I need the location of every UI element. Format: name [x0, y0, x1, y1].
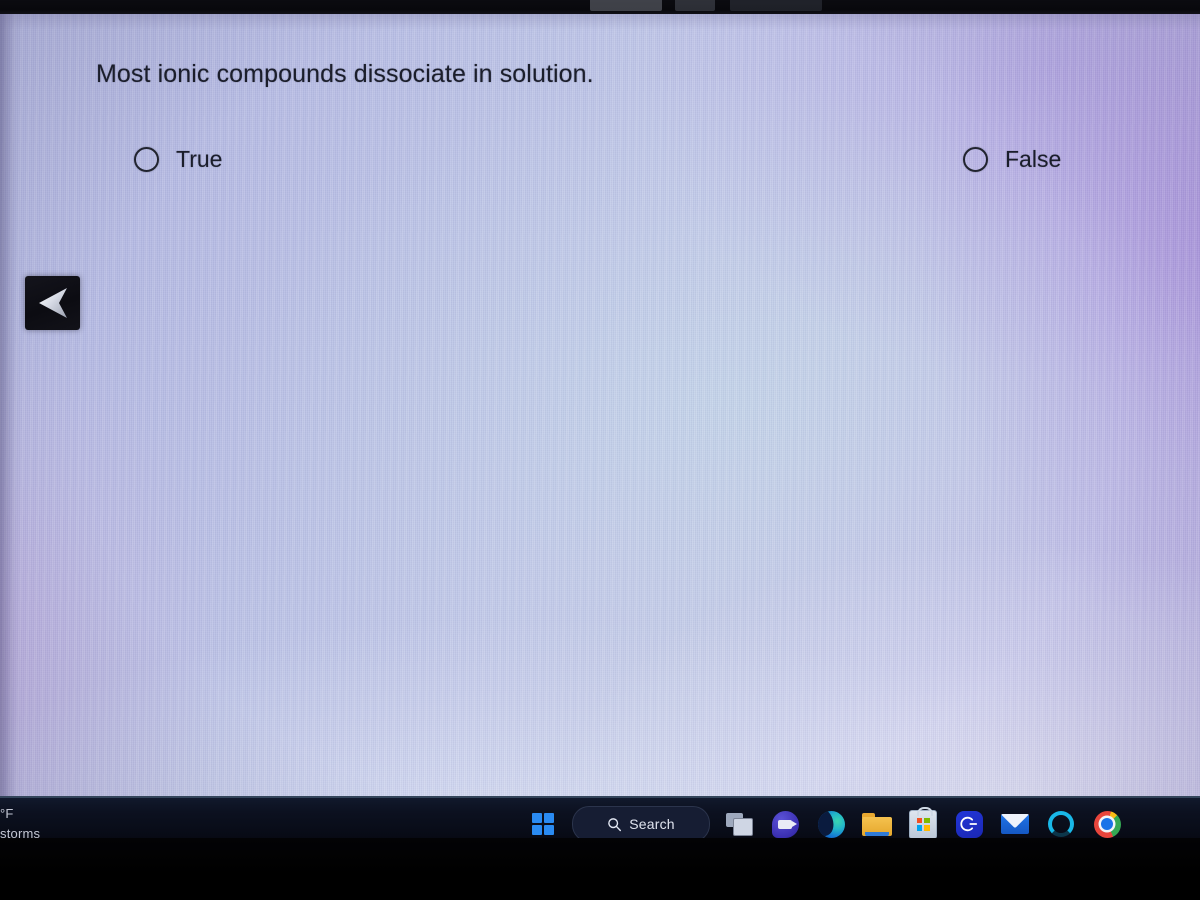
taskbar-item-mail[interactable] [992, 801, 1038, 838]
magnifier-app-icon [955, 810, 983, 838]
taskbar-item-task-view[interactable] [716, 801, 762, 838]
taskbar-item-microsoft-edge[interactable] [808, 801, 854, 838]
radio-unselected-icon[interactable] [963, 147, 988, 172]
windows-logo-icon [532, 813, 554, 835]
taskbar-center-group: Search [520, 796, 1130, 838]
taskbar-item-teams[interactable] [762, 801, 808, 838]
weather-condition: storms [0, 826, 41, 838]
answer-label-true: True [176, 146, 223, 172]
weather-widget[interactable]: °F storms [0, 804, 70, 838]
ghost-browser-tab [590, 0, 662, 11]
question-text: Most ionic compounds dissociate in solut… [96, 60, 594, 88]
mail-envelope-icon [1001, 814, 1029, 834]
windows-taskbar: °F storms Search [0, 796, 1200, 838]
taskbar-item-microsoft-store[interactable] [900, 801, 946, 838]
answer-option-false[interactable]: False [963, 146, 1061, 173]
quiz-question-panel: Most ionic compounds dissociate in solut… [0, 14, 1200, 838]
top-bezel [0, 0, 1200, 14]
back-button-overlay[interactable] [25, 276, 80, 330]
back-arrow-icon [38, 288, 67, 318]
radio-unselected-icon[interactable] [134, 147, 159, 172]
teams-chat-icon [771, 810, 799, 838]
bottom-bezel [0, 838, 1200, 900]
answer-option-true[interactable]: True [134, 146, 222, 173]
taskbar-search-box[interactable]: Search [572, 806, 710, 838]
task-view-icon [726, 813, 753, 836]
taskbar-item-google-chrome[interactable] [1084, 801, 1130, 838]
monitor-photo-frame: Most ionic compounds dissociate in solut… [0, 0, 1200, 900]
folder-icon [862, 812, 892, 836]
taskbar-item-file-explorer[interactable] [854, 801, 900, 838]
copilot-ring-icon [1048, 811, 1074, 837]
taskbar-search-label: Search [629, 816, 675, 832]
taskbar-item-copilot[interactable] [1038, 801, 1084, 838]
weather-temperature: °F [0, 806, 14, 821]
screen-area: Most ionic compounds dissociate in solut… [0, 14, 1200, 838]
chrome-icon [1093, 810, 1121, 838]
edge-icon [817, 810, 845, 838]
start-button[interactable] [520, 801, 566, 838]
search-icon [608, 817, 622, 831]
ghost-browser-tab [675, 0, 715, 11]
taskbar-item-search-app[interactable] [946, 801, 992, 838]
ghost-browser-tab [730, 0, 822, 11]
store-icon [909, 806, 937, 838]
answer-label-false: False [1005, 146, 1062, 172]
